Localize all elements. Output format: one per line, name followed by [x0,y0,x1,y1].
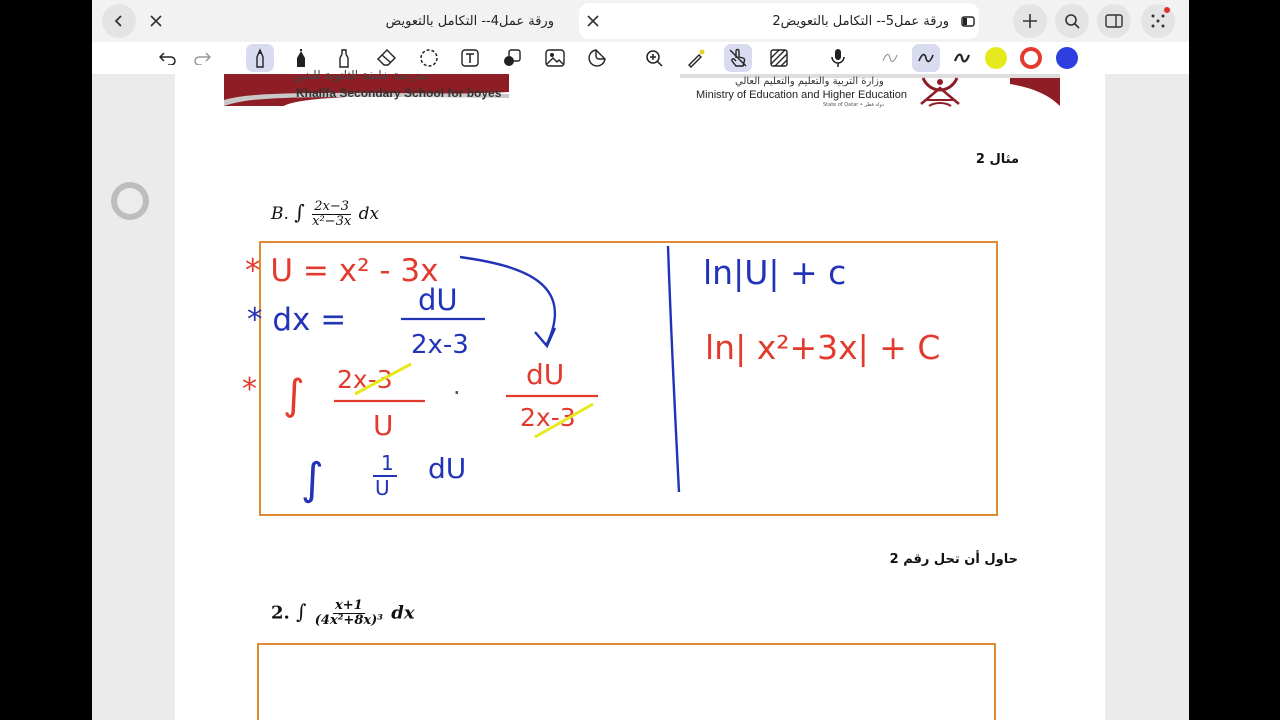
hand-touch-icon [729,48,747,67]
touch-drawing-toggle[interactable] [724,44,752,72]
work-dx-numerator: dU [418,283,458,317]
document-tab-icon [957,15,979,27]
hatch-tool[interactable] [765,44,793,72]
eraser-icon [377,49,396,66]
work-line3-multiply: · [453,379,461,407]
chevron-left-icon [114,15,122,27]
highlighter-icon [339,49,349,68]
notification-dot [1164,7,1170,13]
pdf-viewer-app: ورقة عمل4-- التكامل بالتعويض ورقة عمل5--… [92,0,1189,720]
shapes-tool[interactable] [498,44,526,72]
work-line-substitution: * U = x² - 3x [245,253,438,289]
stroke-thin-icon [882,54,898,62]
undo-button[interactable] [154,44,182,72]
microphone-button[interactable] [824,44,852,72]
problem-dx: dx [391,602,415,624]
tab-worksheet-4[interactable]: ورقة عمل4-- التكامل بالتعويض [142,3,562,39]
laser-pointer-icon [688,49,705,68]
text-tool[interactable] [456,44,484,72]
annotation-toolbar [92,42,1189,74]
zoom-tool[interactable] [640,44,668,72]
work-line4-denominator: U [375,476,390,500]
tab-title: ورقة عمل5-- التكامل بالتعويض2 [772,13,949,29]
sidebar-toggle-button[interactable] [1097,4,1131,38]
color-swatch-yellow[interactable] [985,47,1007,69]
text-box-icon [461,49,479,67]
redo-icon [194,52,211,65]
marker-icon [297,49,305,67]
image-icon [545,49,565,67]
search-button[interactable] [1055,4,1089,38]
laser-pointer-tool[interactable] [682,44,710,72]
grid-dots-icon [1151,14,1165,28]
problem-label: 2. [271,602,290,624]
arrow-annotation [459,255,557,345]
scroll-handle[interactable] [111,182,149,220]
plus-icon [1023,14,1037,28]
stroke-thin-option[interactable] [876,44,904,72]
back-button[interactable] [102,4,136,38]
stroke-thick-option[interactable] [948,44,976,72]
pen-icon [256,48,264,68]
try-problem-heading: حاول أن تحل رقم 2 [889,552,1018,567]
zoom-icon [646,50,663,67]
work-dx-denominator: 2x-3 [411,330,469,360]
work-line3-star: * [242,372,257,407]
work-result-x: ln| x²+3x| + C [705,328,940,367]
stroke-medium-option[interactable] [912,44,940,72]
work-line4-du: dU [428,452,466,485]
color-swatch-blue[interactable] [1056,47,1078,69]
stroke-medium-icon [918,53,934,63]
color-swatch-red[interactable] [1020,47,1042,69]
divider-stroke [666,245,681,493]
image-tool[interactable] [541,44,569,72]
problem-denominator: (4x²+8x)³ [314,613,383,628]
pen-tool[interactable] [246,44,274,72]
microphone-icon [831,49,845,67]
tab-worksheet-5[interactable]: ورقة عمل5-- التكامل بالتعويض2 [579,3,979,39]
tab-bar: ورقة عمل4-- التكامل بالتعويض ورقة عمل5--… [92,0,1189,42]
work-result-u: ln|U| + c [703,253,846,292]
work-line4-integral: ∫ [301,454,324,505]
tab-close-button[interactable] [579,15,607,27]
stroke-thick-icon [953,53,971,63]
tab-title: ورقة عمل4-- التكامل بالتعويض [385,13,554,29]
lasso-icon [420,49,438,67]
problem-fraction: x+1 (4x²+8x)³ [315,599,383,628]
new-tab-button[interactable] [1013,4,1047,38]
sidebar-icon [1105,14,1123,28]
undo-icon [159,52,176,65]
tab-close-button[interactable] [142,15,170,27]
hatch-icon [770,49,788,67]
work-line3-integral: ∫ [283,370,305,419]
work-line4-numerator: 1 [381,451,394,475]
problem-integral: 2. ∫ x+1 (4x²+8x)³ dx [271,599,415,628]
problem-numerator: x+1 [333,598,365,614]
close-icon [150,15,162,27]
sticker-tool[interactable] [583,44,611,72]
work-line-dx: * dx = [247,302,346,338]
sticker-icon [588,49,606,67]
search-icon [1065,14,1080,29]
integral-sign: ∫ [296,599,307,624]
answer-box[interactable] [257,643,996,720]
work-line3-du: dU [526,358,564,391]
redo-button[interactable] [188,44,216,72]
more-button[interactable] [1141,4,1175,38]
document-area[interactable]: مدرسة خليفة الثانوية للبنين Khalifa Seco… [92,68,1189,720]
close-icon [587,15,599,27]
pdf-page: مدرسة خليفة الثانوية للبنين Khalifa Seco… [175,68,1105,720]
work-line3-denominator: U [373,409,394,442]
shapes-icon [504,49,521,66]
